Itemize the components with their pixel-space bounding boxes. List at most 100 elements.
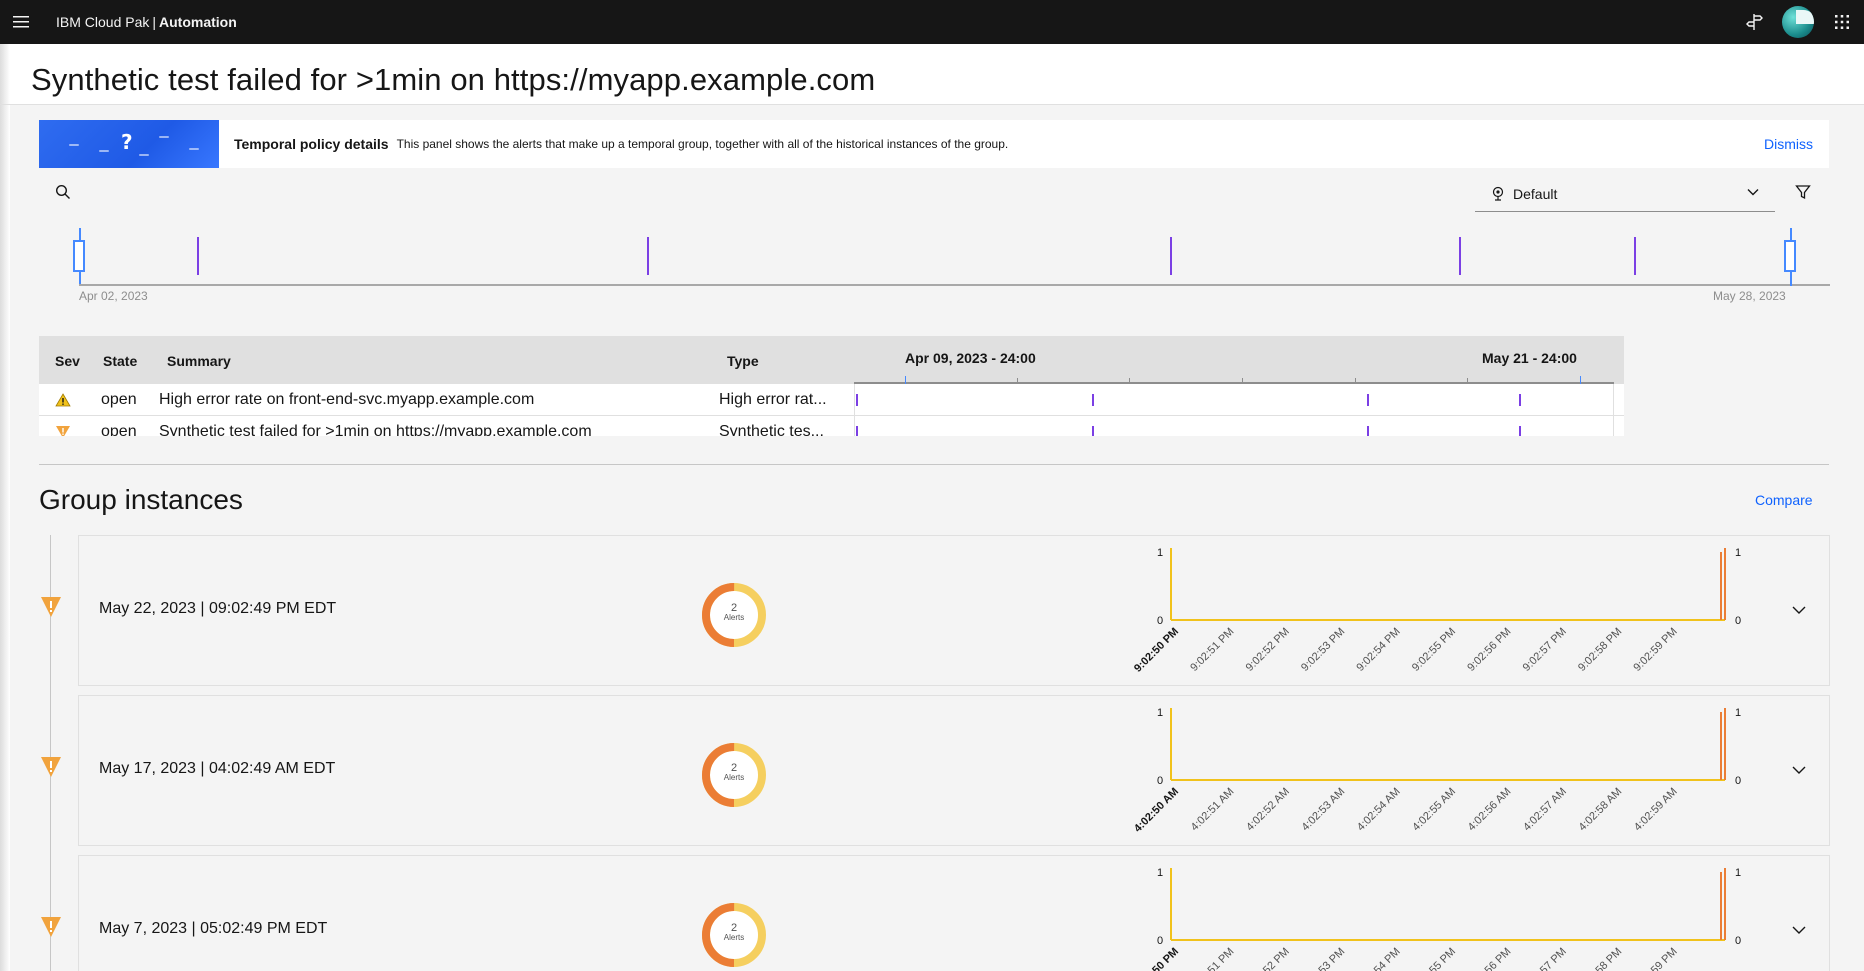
group-instance-card[interactable]: May 17, 2023 | 04:02:49 AM EDT 2 Alerts 1 0 1… [78, 695, 1830, 846]
instance-date: May 17, 2023 | 04:02:49 AM EDT [99, 760, 336, 777]
row-timeline [854, 384, 1614, 416]
x-axis-tick-label: 5:02:53 PM [1299, 946, 1347, 971]
app-switcher-icon[interactable] [1820, 0, 1864, 44]
warning-icon [41, 757, 61, 777]
search-icon[interactable] [55, 184, 71, 200]
x-axis-tick-label: 5:02:50 PM [1132, 946, 1181, 971]
x-axis-tick-label: 9:02:56 PM [1465, 626, 1513, 674]
x-axis-tick-label: 5:02:54 PM [1354, 946, 1402, 971]
y-axis-label-min-right: 0 [1735, 615, 1741, 627]
table-header: Sev State Summary Type Apr 09, 2023 - 24… [39, 336, 1624, 384]
timeline-overview[interactable]: Apr 02, 2023 May 28, 2023 [39, 222, 1830, 303]
y-axis-label-max: 1 [1157, 707, 1163, 719]
timeline-start-date: Apr 02, 2023 [79, 289, 148, 303]
x-axis-tick-label: 9:02:55 PM [1410, 626, 1458, 674]
temporal-policy-banner: ? Temporal policy details This panel sho… [39, 120, 1829, 168]
row-event-marker [1519, 394, 1521, 406]
y-axis-label-max: 1 [1157, 867, 1163, 879]
x-axis-tick-label: 5:02:58 PM [1576, 946, 1624, 971]
row-event-marker [1092, 426, 1094, 436]
y-axis-label-max-right: 1 [1735, 707, 1741, 719]
column-header-summary[interactable]: Summary [167, 353, 231, 369]
row-event-marker [1367, 426, 1369, 436]
x-axis-tick-label: 9:02:51 PM [1188, 626, 1236, 674]
signpost-icon[interactable] [1732, 0, 1776, 44]
x-axis-tick-label: 4:02:52 AM [1244, 786, 1292, 834]
alerts-label: Alerts [723, 933, 745, 942]
table-row[interactable]: open High error rate on front-end-svc.my… [39, 384, 1624, 416]
timeline-event-marker [197, 237, 199, 275]
instance-sparkline: 10104:02:50 AM 4:02:51 AM 4:02:52 AM 4:02:5… [1132, 707, 1741, 835]
avatar [1782, 6, 1814, 38]
y-axis-label-min: 0 [1157, 935, 1163, 947]
question-mark-icon: ? [121, 130, 133, 154]
x-axis-tick-label: 5:02:55 PM [1410, 946, 1458, 971]
group-instance-card[interactable]: May 22, 2023 | 09:02:49 PM EDT 2 Alerts 1 0 1… [78, 535, 1830, 686]
user-avatar-button[interactable] [1776, 0, 1820, 44]
x-axis-tick-label: 9:02:59 PM [1631, 626, 1679, 674]
range-start-label: Apr 09, 2023 - 24:00 [905, 350, 1036, 366]
x-axis-tick-label: 4:02:55 AM [1410, 786, 1458, 834]
row-summary: High error rate on front-end-svc.myapp.e… [159, 391, 535, 408]
y-axis-label-max: 1 [1157, 547, 1163, 559]
instance-sparkline: 10109:02:50 PM 9:02:51 PM 9:02:52 PM 9:02:5… [1132, 547, 1741, 675]
row-event-marker [856, 426, 858, 436]
y-axis-label-min-right: 0 [1735, 775, 1741, 787]
timeline-event-marker [1170, 237, 1172, 275]
y-axis-label-max-right: 1 [1735, 867, 1741, 879]
instance-date: May 7, 2023 | 05:02:49 PM EDT [99, 920, 328, 937]
expand-chevron-icon[interactable] [1791, 762, 1807, 778]
row-event-marker [856, 394, 858, 406]
product-name[interactable]: IBM Cloud Pak | Automation [56, 14, 237, 30]
x-axis-tick-label: 9:02:53 PM [1299, 626, 1347, 674]
x-axis-tick-label: 5:02:56 PM [1465, 946, 1513, 971]
x-axis-tick-label: 4:02:59 AM [1632, 786, 1680, 834]
warning-icon [56, 426, 70, 436]
alerts-table: Sev State Summary Type Apr 09, 2023 - 24… [39, 336, 1624, 436]
row-type: Synthetic tes... [719, 423, 824, 436]
filter-icon[interactable] [1795, 184, 1811, 200]
y-axis-label-min: 0 [1157, 775, 1163, 787]
view-selected-value: Default [1513, 185, 1558, 202]
instance-sparkline: 10105:02:50 PM 5:02:51 PM 5:02:52 PM 5:02:5… [1132, 867, 1741, 971]
banner-title: Temporal policy details [234, 136, 389, 152]
expand-chevron-icon[interactable] [1791, 922, 1807, 938]
instance-date: May 22, 2023 | 09:02:49 PM EDT [99, 600, 337, 617]
timeline-start-handle[interactable] [73, 240, 85, 272]
banner-description: This panel shows the alerts that make up… [396, 137, 1009, 151]
row-timeline [854, 416, 1614, 436]
warning-icon [41, 597, 61, 617]
top-navigation-bar: IBM Cloud Pak | Automation [0, 0, 1864, 44]
timeline-event-marker [1459, 237, 1461, 275]
x-axis-tick-label: 5:02:51 PM [1188, 946, 1236, 971]
x-axis-tick-label: 9:02:57 PM [1521, 626, 1569, 674]
alerts-donut: 2 Alerts [701, 902, 767, 968]
menu-icon[interactable] [0, 0, 44, 44]
y-axis-label-min-right: 0 [1735, 935, 1741, 947]
group-instance-card[interactable]: May 7, 2023 | 05:02:49 PM EDT 2 Alerts 1 0 1 0… [78, 855, 1830, 971]
expand-chevron-icon[interactable] [1791, 602, 1807, 618]
banner-illustration: ? [39, 120, 219, 168]
dismiss-link[interactable]: Dismiss [1764, 136, 1813, 152]
row-event-marker [1367, 394, 1369, 406]
compare-link[interactable]: Compare [1755, 492, 1813, 508]
brand-product: IBM Cloud Pak [56, 14, 150, 30]
timeline-end-handle[interactable] [1784, 240, 1796, 272]
timeline-axis [79, 284, 1830, 286]
x-axis-tick-label: 5:02:59 PM [1631, 946, 1679, 971]
column-header-type[interactable]: Type [727, 353, 759, 369]
row-state: open [101, 423, 137, 436]
alerts-label: Alerts [723, 773, 745, 782]
table-row[interactable]: open Synthetic test failed for >1min on … [39, 416, 1624, 436]
column-header-state[interactable]: State [103, 353, 137, 369]
row-event-marker [1092, 394, 1094, 406]
column-header-sev[interactable]: Sev [55, 353, 80, 369]
view-dropdown[interactable]: Default [1475, 176, 1775, 212]
x-axis-tick-label: 9:02:58 PM [1576, 626, 1624, 674]
x-axis-tick-label: 4:02:53 AM [1299, 786, 1347, 834]
brand-separator: | [152, 14, 157, 30]
section-divider [39, 464, 1829, 465]
x-axis-tick-label: 4:02:58 AM [1576, 786, 1624, 834]
left-edge-shadow [0, 44, 10, 971]
alerts-donut: 2 Alerts [701, 582, 767, 648]
